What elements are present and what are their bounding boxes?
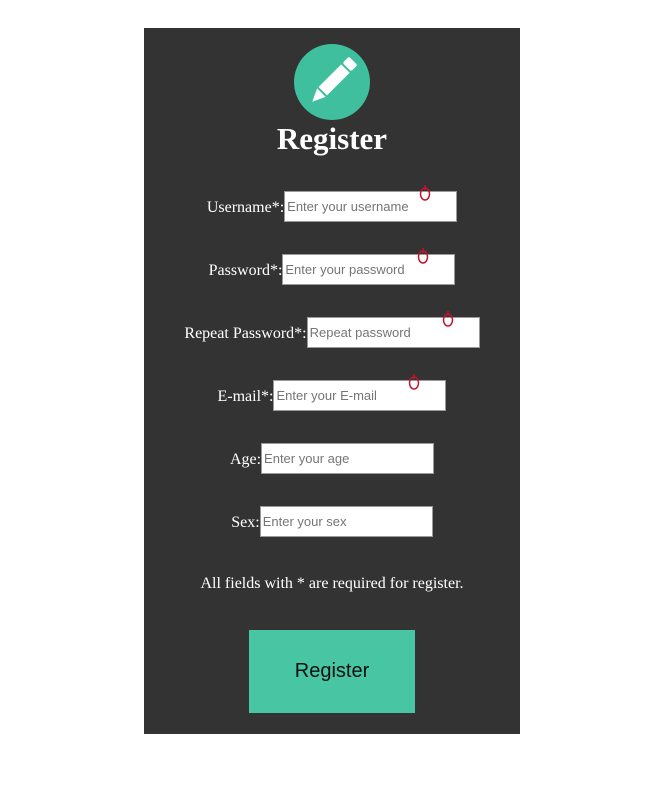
sex-label: Sex:: [231, 514, 260, 531]
age-row: Age:: [144, 443, 520, 483]
email-field-wrap: [273, 374, 447, 411]
required-marker-icon: [418, 248, 429, 264]
pencil-icon: [294, 44, 370, 120]
password-field-wrap: [282, 248, 456, 285]
repeat-password-field-wrap: [306, 311, 480, 348]
register-panel: Register Username*: Password*: Repeat Pa…: [144, 28, 520, 734]
email-row: E-mail*:: [144, 374, 520, 420]
username-field-wrap: [284, 185, 458, 222]
required-marker-icon: [419, 185, 431, 201]
repeat-password-row: Repeat Password*:: [144, 311, 520, 357]
age-field-wrap: [261, 443, 435, 474]
sex-input[interactable]: [260, 507, 432, 536]
repeat-password-label: Repeat Password*:: [184, 325, 307, 342]
required-marker-icon: [409, 374, 420, 390]
username-label: Username*:: [206, 199, 285, 216]
age-input[interactable]: [262, 444, 434, 473]
password-row: Password*:: [144, 248, 520, 294]
email-label: E-mail*:: [217, 388, 274, 405]
register-button[interactable]: Register: [249, 630, 415, 713]
page-title: Register: [276, 121, 388, 156]
password-label: Password*:: [208, 262, 283, 279]
sex-row: Sex:: [144, 506, 520, 546]
required-marker-icon: [442, 311, 453, 327]
username-row: Username*:: [144, 185, 520, 231]
required-fields-note: All fields with * are required for regis…: [200, 575, 464, 592]
age-label: Age:: [229, 451, 262, 468]
sex-field-wrap: [259, 506, 433, 537]
